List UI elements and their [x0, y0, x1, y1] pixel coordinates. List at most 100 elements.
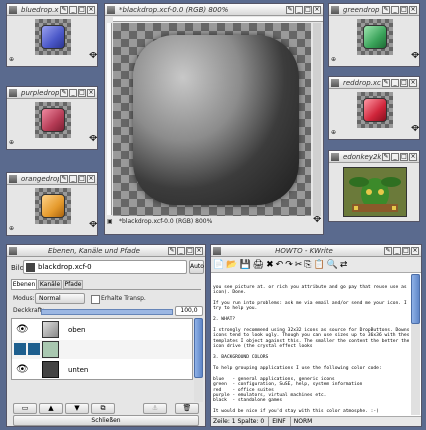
- window-menu-icon[interactable]: [9, 174, 17, 183]
- eye-icon[interactable]: 👁: [16, 364, 29, 375]
- quickmask-icon[interactable]: ▣: [107, 218, 113, 226]
- keep-transparency-checkbox[interactable]: [91, 295, 100, 304]
- minimize-icon[interactable]: _: [391, 78, 399, 87]
- close-icon[interactable]: ×: [87, 5, 95, 14]
- close-icon[interactable]: ×: [409, 5, 417, 14]
- duplicate-layer-button[interactable]: ⧉: [91, 403, 115, 414]
- opacity-slider[interactable]: [41, 309, 173, 315]
- anchor-layer-button[interactable]: ⚓: [143, 403, 167, 414]
- close-doc-icon[interactable]: ✖: [266, 260, 274, 270]
- window-menu-icon[interactable]: [331, 152, 339, 161]
- zoom-icon[interactable]: ⊕: [331, 56, 336, 64]
- main-titlebar[interactable]: *blackdrop.xcf-0.0 (RGB) 800% ✎ _ □ ×: [105, 4, 323, 16]
- tab-ebenen[interactable]: Ebenen: [11, 279, 37, 289]
- horizontal-ruler[interactable]: [113, 17, 323, 22]
- zoom-icon[interactable]: ⊕: [9, 56, 14, 64]
- minimize-icon[interactable]: _: [69, 174, 77, 183]
- zoom-icon[interactable]: ⊕: [9, 225, 14, 233]
- minimize-icon[interactable]: _: [295, 5, 303, 14]
- copy-icon[interactable]: ⎘: [304, 260, 311, 270]
- layers-titlebar[interactable]: Ebenen, Kanäle und Pfade ✎ _ □ ×: [7, 245, 205, 257]
- find-icon[interactable]: 🔍: [327, 260, 338, 270]
- maximize-icon[interactable]: □: [78, 5, 86, 14]
- pin-icon[interactable]: ✎: [286, 5, 294, 14]
- window-menu-icon[interactable]: [9, 5, 17, 14]
- minimize-icon[interactable]: _: [69, 88, 77, 97]
- vertical-ruler[interactable]: [107, 23, 112, 215]
- kwrite-scrollbar[interactable]: [411, 274, 420, 415]
- layer-list[interactable]: 👁 oben 👁 unten: [11, 318, 193, 380]
- maximize-icon[interactable]: □: [78, 88, 86, 97]
- main-canvas[interactable]: [113, 23, 311, 216]
- minimize-icon[interactable]: _: [393, 246, 401, 255]
- layer-chain-icon[interactable]: [28, 343, 40, 355]
- image-selector[interactable]: blackdrop.xcf-0: [23, 260, 187, 274]
- undo-icon[interactable]: ↶: [276, 260, 284, 270]
- navigate-icon[interactable]: ✥: [89, 135, 97, 143]
- reddrop-titlebar[interactable]: reddrop.xc ✎ _ □ ×: [329, 77, 419, 89]
- pin-icon[interactable]: ✎: [382, 5, 390, 14]
- navigate-icon[interactable]: ✥: [313, 216, 321, 224]
- new-layer-button[interactable]: ▭: [13, 403, 37, 414]
- maximize-icon[interactable]: □: [400, 152, 408, 161]
- vertical-scrollbar[interactable]: [313, 23, 321, 216]
- orangedrop-window[interactable]: orangedrop ✎ _ □ × ⊕ ✥: [6, 172, 98, 236]
- bluedrop-window[interactable]: bluedrop.x ✎ _ □ × ⊕ ✥: [6, 3, 98, 67]
- greendrop-canvas[interactable]: [357, 19, 393, 55]
- tab-kanaele[interactable]: Kanäle: [38, 280, 62, 289]
- new-file-icon[interactable]: 📄: [213, 260, 224, 270]
- maximize-icon[interactable]: □: [304, 5, 312, 14]
- pin-icon[interactable]: ✎: [382, 78, 390, 87]
- pin-icon[interactable]: ✎: [60, 88, 68, 97]
- navigate-icon[interactable]: ✥: [411, 52, 419, 60]
- reddrop-canvas[interactable]: [357, 92, 393, 128]
- purpledrop-canvas[interactable]: [35, 102, 71, 138]
- purpledrop-titlebar[interactable]: purpledrop ✎ _ □ ×: [7, 87, 97, 99]
- pin-icon[interactable]: ✎: [60, 174, 68, 183]
- minimize-icon[interactable]: _: [69, 5, 77, 14]
- redo-icon[interactable]: ↷: [285, 260, 293, 270]
- close-icon[interactable]: ×: [195, 246, 203, 255]
- mode-select[interactable]: Normal: [35, 293, 85, 304]
- layers-window[interactable]: Ebenen, Kanäle und Pfade ✎ _ □ × Bild: b…: [6, 244, 206, 427]
- maximize-icon[interactable]: □: [402, 246, 410, 255]
- kwrite-scroll-thumb[interactable]: [411, 274, 420, 324]
- navigate-icon[interactable]: ✥: [89, 221, 97, 229]
- orangedrop-canvas[interactable]: [35, 188, 71, 224]
- close-icon[interactable]: ×: [313, 5, 321, 14]
- kwrite-window[interactable]: HOWTO - KWrite ✎ _ □ × 📄 📂 💾 🖨 ✖ ↶ ↷ ✂ ⎘…: [210, 244, 422, 427]
- close-icon[interactable]: ×: [411, 246, 419, 255]
- auto-button[interactable]: Auto: [189, 260, 204, 274]
- pin-icon[interactable]: ✎: [60, 5, 68, 14]
- bluedrop-canvas[interactable]: [35, 19, 71, 55]
- zoom-icon[interactable]: ⊕: [331, 129, 336, 137]
- minimize-icon[interactable]: _: [391, 5, 399, 14]
- layer-row[interactable]: [12, 340, 192, 359]
- layer-row[interactable]: 👁 oben: [12, 320, 192, 339]
- pin-icon[interactable]: ✎: [384, 246, 392, 255]
- window-menu-icon[interactable]: [213, 246, 221, 255]
- maximize-icon[interactable]: □: [186, 246, 194, 255]
- maximize-icon[interactable]: □: [400, 5, 408, 14]
- greendrop-window[interactable]: greendrop ✎ _ □ × ⊕ ✥: [328, 3, 420, 67]
- save-icon[interactable]: 💾: [239, 260, 250, 270]
- maximize-icon[interactable]: □: [78, 174, 86, 183]
- edonkey-window[interactable]: edonkey2k ✎ _ □ ×: [328, 150, 420, 222]
- eye-icon[interactable]: 👁: [16, 324, 29, 335]
- print-icon[interactable]: 🖨: [253, 260, 264, 270]
- minimize-icon[interactable]: _: [391, 152, 399, 161]
- orangedrop-titlebar[interactable]: orangedrop ✎ _ □ ×: [7, 173, 97, 185]
- tab-pfade[interactable]: Pfade: [63, 280, 83, 289]
- window-menu-icon[interactable]: [9, 88, 17, 97]
- layer-row[interactable]: 👁 unten: [12, 360, 192, 379]
- maximize-icon[interactable]: □: [400, 78, 408, 87]
- close-icon[interactable]: ×: [409, 152, 417, 161]
- cut-icon[interactable]: ✂: [295, 260, 303, 270]
- opacity-spinbox[interactable]: 100,0: [175, 306, 203, 316]
- layer-mask-icon[interactable]: [14, 343, 26, 355]
- layer-list-scroll-thumb[interactable]: [194, 318, 203, 378]
- pin-icon[interactable]: ✎: [168, 246, 176, 255]
- close-icon[interactable]: ×: [87, 174, 95, 183]
- paste-icon[interactable]: 📋: [313, 260, 324, 270]
- main-image-window[interactable]: *blackdrop.xcf-0.0 (RGB) 800% ✎ _ □ × ▣ …: [104, 3, 324, 235]
